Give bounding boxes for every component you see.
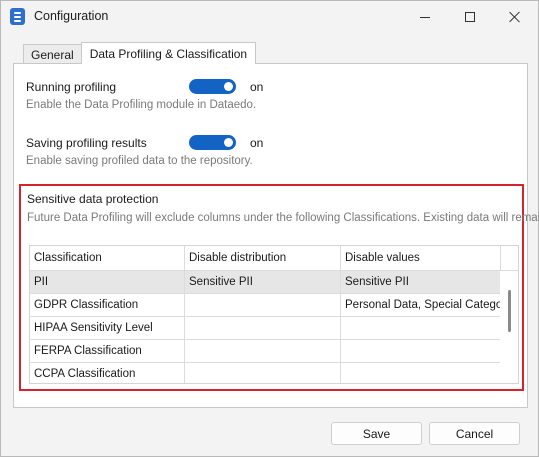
tab-panel: Running profiling on Enable the Data Pro… xyxy=(13,63,539,408)
tab-general[interactable]: General xyxy=(23,44,82,64)
grid-header-row: Classification Disable distribution Disa… xyxy=(30,246,500,271)
disable-distribution-cell[interactable] xyxy=(185,294,341,316)
table-row[interactable]: HIPAA Sensitivity Level xyxy=(30,317,500,340)
title-bar[interactable]: Configuration xyxy=(1,1,538,33)
running-profiling-label: Running profiling xyxy=(26,80,117,94)
running-profiling-state: on xyxy=(250,80,264,94)
classification-cell[interactable]: HIPAA Sensitivity Level xyxy=(30,317,185,339)
table-row[interactable]: GDPR Classification Personal Data, Speci… xyxy=(30,294,500,317)
saving-results-toggle[interactable] xyxy=(189,135,236,150)
disable-distribution-cell[interactable] xyxy=(185,363,341,383)
disable-distribution-cell[interactable]: Sensitive PII xyxy=(185,271,341,293)
sensitive-data-section: Sensitive data protection Future Data Pr… xyxy=(19,184,539,391)
disable-distribution-cell[interactable] xyxy=(185,340,341,362)
disable-values-cell[interactable]: Personal Data, Special Category xyxy=(341,294,500,316)
section-title: Sensitive data protection xyxy=(27,192,159,206)
running-profiling-toggle[interactable] xyxy=(189,79,236,94)
classification-cell[interactable]: PII xyxy=(30,271,185,293)
classification-grid: Classification Disable distribution Disa… xyxy=(29,245,519,384)
disable-values-cell[interactable] xyxy=(341,363,500,383)
saving-results-label: Saving profiling results xyxy=(26,136,147,150)
toggle-knob xyxy=(224,138,233,147)
header-filler xyxy=(500,246,518,271)
tab-data-profiling-classification[interactable]: Data Profiling & Classification xyxy=(80,42,257,64)
configuration-window: Configuration General Data Profiling & C… xyxy=(0,0,539,457)
running-profiling-description: Enable the Data Profiling module in Data… xyxy=(26,99,257,111)
column-header-classification[interactable]: Classification xyxy=(30,246,185,270)
column-header-disable-values[interactable]: Disable values xyxy=(341,246,500,270)
saving-results-state: on xyxy=(250,136,264,150)
saving-results-description: Enable saving profiled data to the repos… xyxy=(26,155,253,167)
window-title: Configuration xyxy=(34,9,109,23)
close-icon xyxy=(509,11,521,23)
classification-cell[interactable]: GDPR Classification xyxy=(30,294,185,316)
maximize-button[interactable] xyxy=(447,1,493,33)
disable-distribution-cell[interactable] xyxy=(185,317,341,339)
classification-cell[interactable]: FERPA Classification xyxy=(30,340,185,362)
disable-values-cell[interactable] xyxy=(341,317,500,339)
maximize-icon xyxy=(465,12,475,22)
table-row[interactable]: PII Sensitive PII Sensitive PII xyxy=(30,271,500,294)
section-description: Future Data Profiling will exclude colum… xyxy=(27,212,539,224)
grid-scrollbar[interactable] xyxy=(508,290,511,332)
minimize-icon xyxy=(420,16,430,18)
table-row[interactable]: FERPA Classification xyxy=(30,340,500,363)
minimize-button[interactable] xyxy=(402,1,448,33)
column-header-disable-distribution[interactable]: Disable distribution xyxy=(185,246,341,270)
disable-values-cell[interactable]: Sensitive PII xyxy=(341,271,500,293)
table-row[interactable]: CCPA Classification xyxy=(30,363,500,383)
save-button[interactable]: Save xyxy=(331,422,422,445)
cancel-button[interactable]: Cancel xyxy=(429,422,520,445)
app-icon xyxy=(10,8,25,25)
disable-values-cell[interactable] xyxy=(341,340,500,362)
close-button[interactable] xyxy=(492,1,538,33)
classification-cell[interactable]: CCPA Classification xyxy=(30,363,185,383)
toggle-knob xyxy=(224,82,233,91)
tab-bar: General Data Profiling & Classification xyxy=(23,42,257,64)
